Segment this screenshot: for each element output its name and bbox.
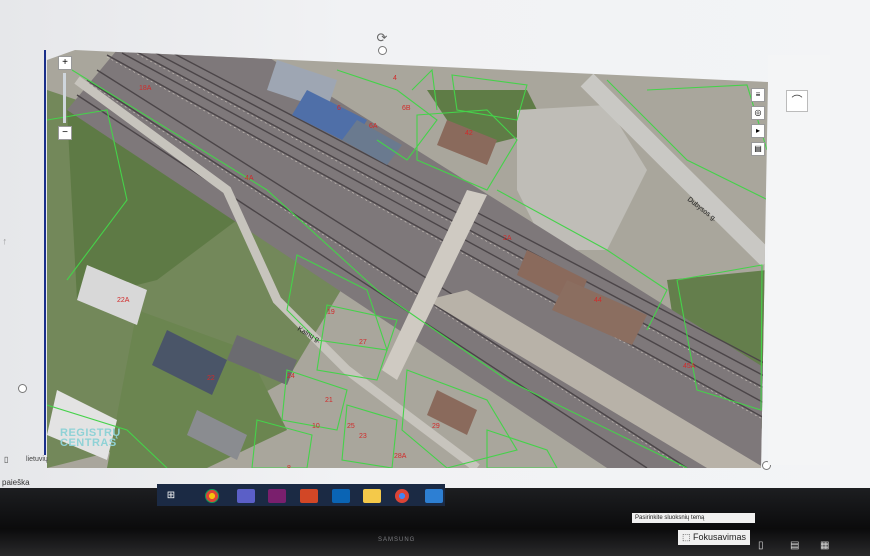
print-icon[interactable]: ▤ [751,142,765,156]
right-side-panel [768,55,830,465]
chrome-alt-icon[interactable] [395,489,409,503]
teams-icon[interactable] [237,489,255,503]
parcel-label: 29 [432,423,440,430]
parcel-label: 4 [393,75,397,82]
outlook-icon[interactable] [332,489,350,503]
left-marker: ᛏ [3,240,7,246]
rotate-handle-icon[interactable]: ⟳ [375,31,389,45]
registru-centras-watermark: REGISTRŲ CENTRAS [60,427,121,449]
resize-handle-left[interactable] [18,384,27,393]
parcel-label: 24 [287,373,295,380]
collapse-panel-icon[interactable]: ⌒ [786,90,808,112]
aerial-map-view[interactable]: 18A 6 6A 6B 42 4 2A 44 27 22A 22 24 29 2… [47,50,768,468]
focus-mode-button[interactable]: ⬚ Fokusavimas [678,530,751,545]
reading-view-icon[interactable]: ▯ [758,540,764,551]
parcel-label: 10 [312,423,320,430]
monitor-brand: SAMSUNG [378,537,416,543]
zoom-in-button[interactable]: + [58,56,72,70]
web-layout-icon[interactable]: ▦ [820,540,829,551]
parcel-label: 8 [287,465,291,468]
parcel-label: 18A [139,85,152,92]
parcel-label: 25 [347,423,355,430]
chrome-icon[interactable] [205,489,219,503]
focus-icon: ⬚ [682,532,694,542]
cadastral-map[interactable]: 18A 6 6A 6B 42 4 2A 44 27 22A 22 24 29 2… [47,50,768,468]
parcel-label: 44 [594,297,602,304]
task-view-icon[interactable]: ⊞ [162,489,180,503]
file-explorer-icon[interactable] [363,489,381,503]
parcel-label: 6B [402,105,411,112]
onenote-icon[interactable] [268,489,286,503]
layer-theme-tooltip[interactable]: Pasirinkite sluoksnių temą [632,513,755,523]
search-fragment: paieška [2,478,30,487]
settings-icon[interactable] [425,489,443,503]
parcel-label: 28A [394,453,407,460]
parcel-label: 4A [245,175,254,182]
zoom-out-button[interactable]: − [58,126,72,140]
parcel-label: 6A [369,123,378,130]
parcel-label: 45A [683,363,696,370]
zoom-control[interactable]: + − [58,56,72,146]
parcel-label: 6 [337,105,341,112]
parcel-label: 23 [359,433,367,440]
parcel-label: 22A [117,297,130,304]
parcel-label: 19 [327,309,335,316]
parcel-label: 2A [503,235,512,242]
print-layout-icon[interactable]: ▤ [790,540,799,551]
parcel-label: 27 [359,339,367,346]
map-tools: ≡ ◎ ▸ ▤ [751,88,765,160]
locate-icon[interactable]: ◎ [751,106,765,120]
language-label[interactable]: lietuvių [26,456,48,463]
measure-icon[interactable]: ▸ [751,124,765,138]
parcel-label: 21 [325,397,333,404]
parcel-label: 22 [207,375,215,382]
book-icon: ▯ [4,455,9,464]
powerpoint-icon[interactable] [300,489,318,503]
parcel-label: 42 [465,130,473,137]
zoom-slider-track[interactable] [63,73,66,123]
layers-icon[interactable]: ≡ [751,88,765,102]
map-selection-edge [44,50,46,455]
